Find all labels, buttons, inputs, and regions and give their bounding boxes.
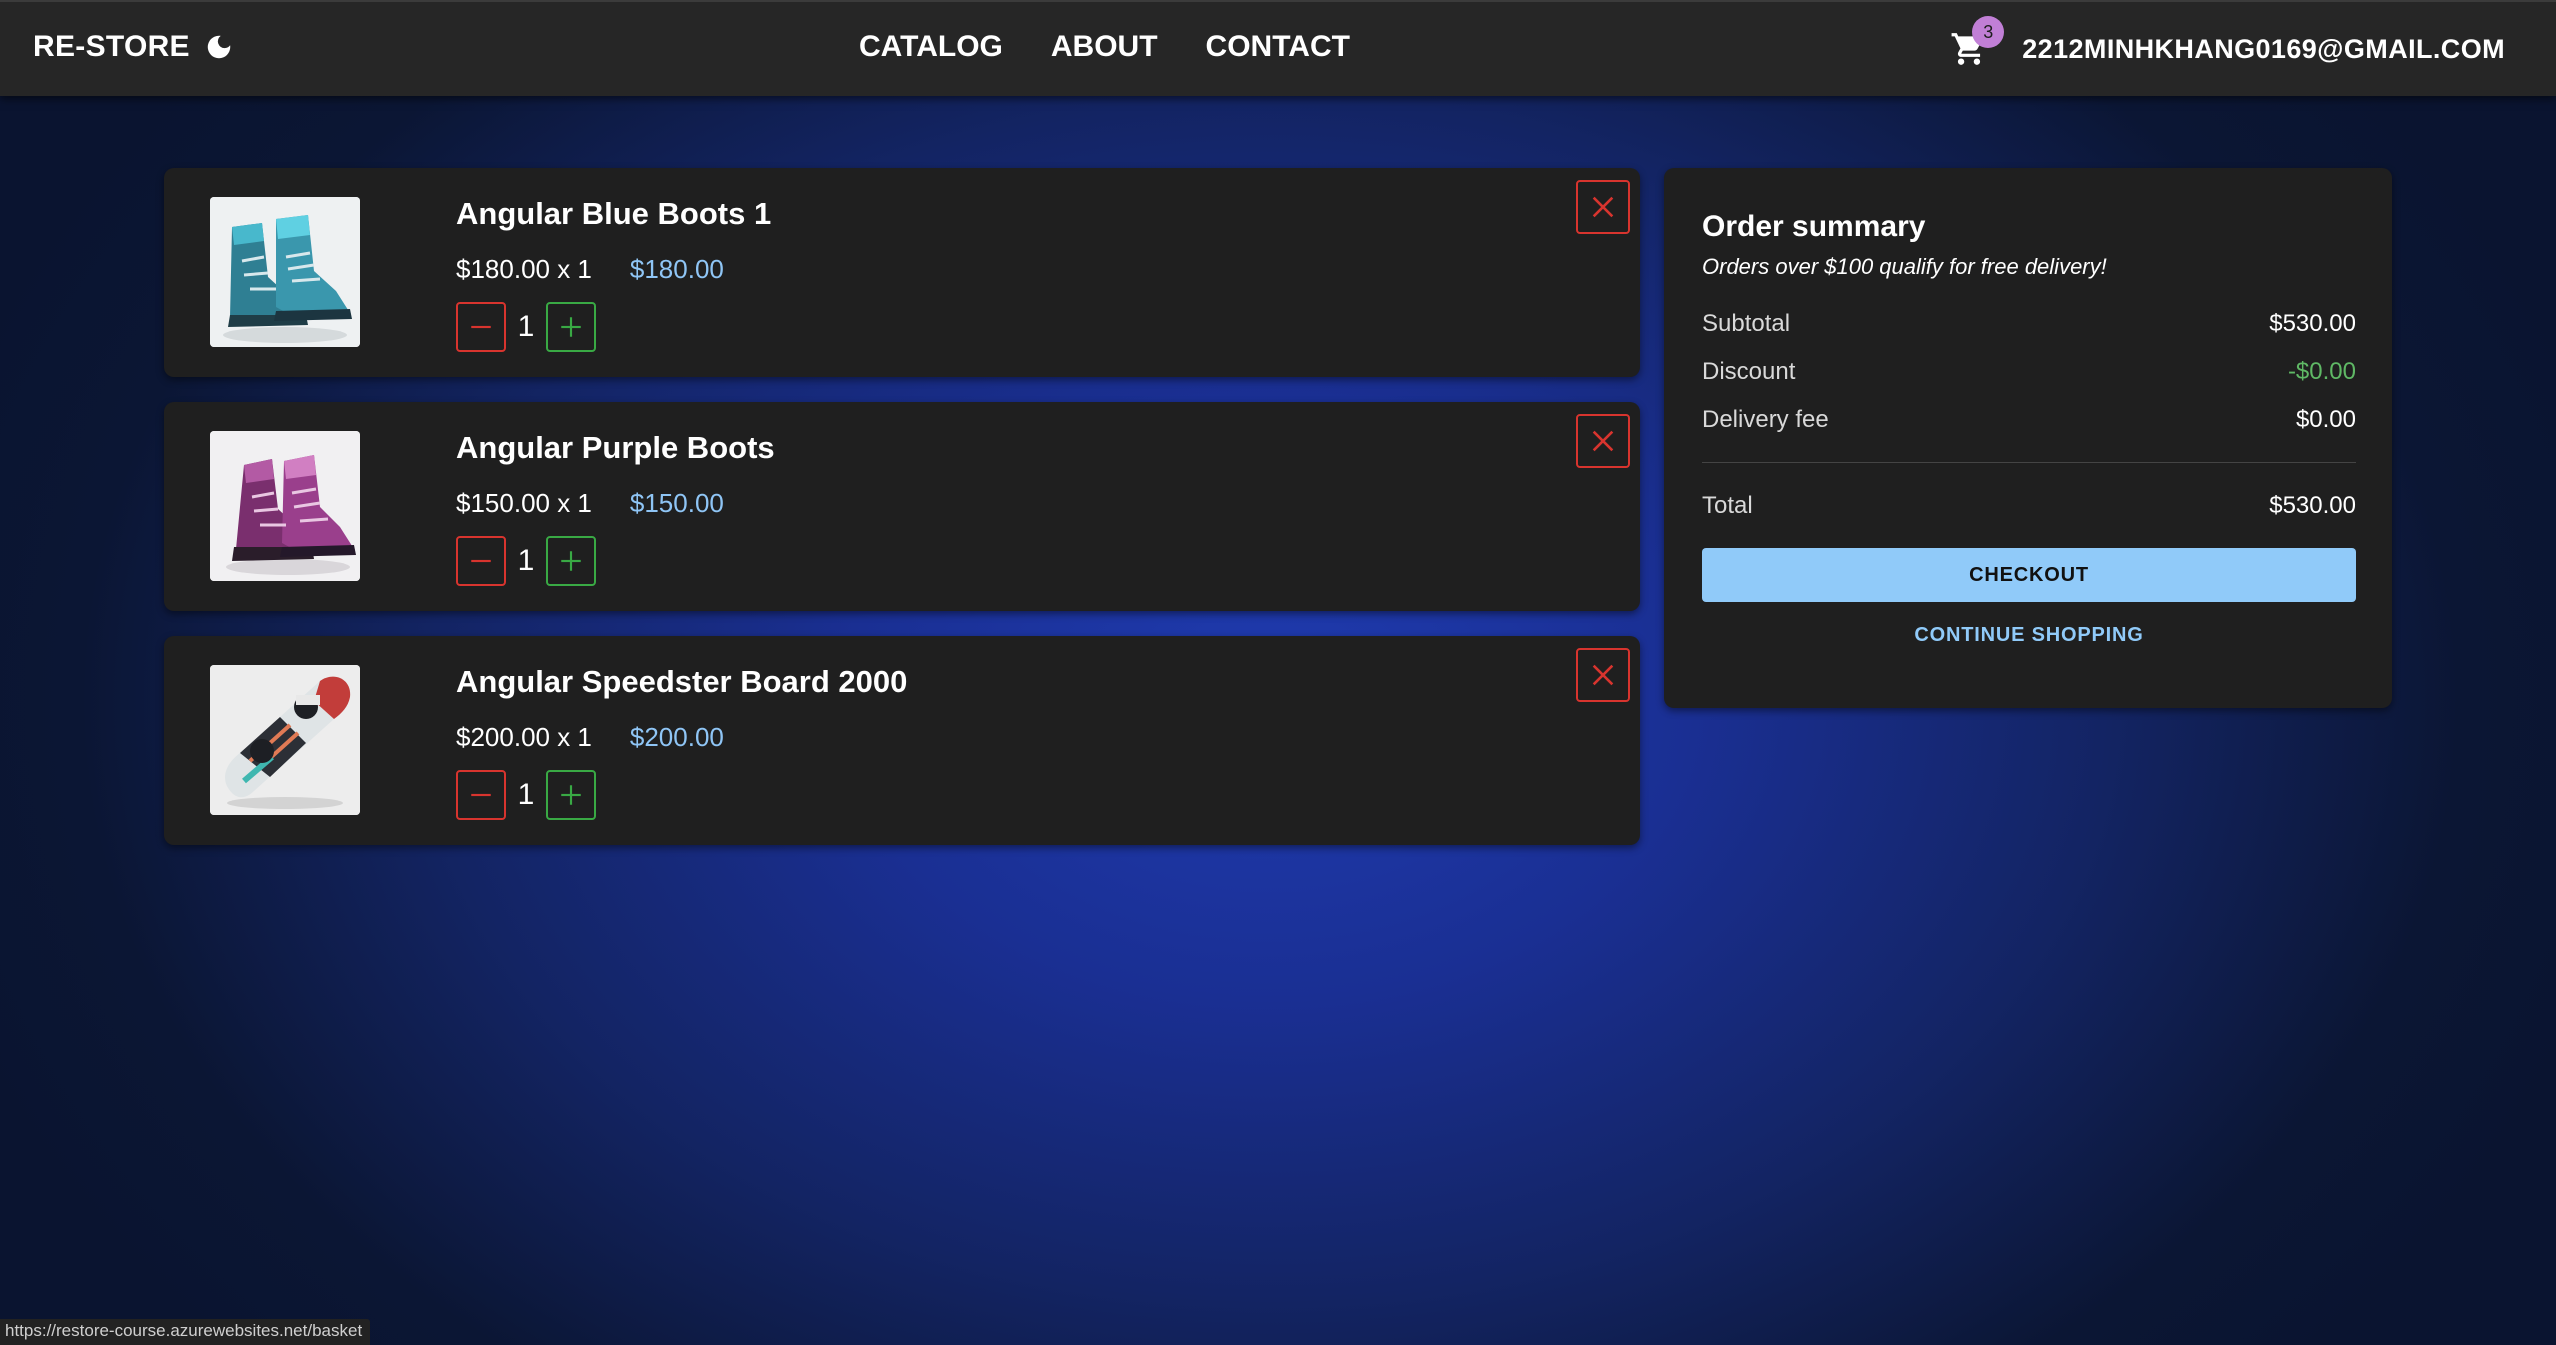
total-row: Total $530.00 <box>1702 492 2356 520</box>
nav-contact[interactable]: CONTACT <box>1206 30 1350 64</box>
unit-price-quantity: $180.00 x 1 <box>456 254 592 284</box>
subtotal-label: Subtotal <box>1702 310 1791 337</box>
delivery-fee-label: Delivery fee <box>1702 406 1829 433</box>
user-email-menu[interactable]: 2212MINHKHANG0169@GMAIL.COM <box>2022 34 2505 65</box>
increase-quantity-button[interactable] <box>546 536 596 586</box>
main-nav: CATALOG ABOUT CONTACT <box>859 30 1350 64</box>
cart-button[interactable]: 3 <box>1950 16 2005 68</box>
decrease-quantity-button[interactable] <box>456 536 506 586</box>
remove-item-button[interactable] <box>1576 414 1630 468</box>
line-total: $200.00 <box>629 722 724 752</box>
basket-item: Angular Purple Boots $150.00 x 1 $150.00… <box>164 402 1640 611</box>
quantity-value: 1 <box>517 310 535 343</box>
basket-item: Angular Blue Boots 1 $180.00 x 1 $180.00… <box>164 168 1640 377</box>
user-nav: 3 2212MINHKHANG0169@GMAIL.COM <box>1950 16 2505 68</box>
increase-quantity-button[interactable] <box>546 302 596 352</box>
free-delivery-note: Orders over $100 qualify for free delive… <box>1702 254 2107 279</box>
price-row: $180.00 x 1 $180.00 <box>456 254 724 285</box>
quantity-value: 1 <box>517 778 535 811</box>
status-bar-url: https://restore-course.azurewebsites.net… <box>0 1319 371 1345</box>
nav-catalog[interactable]: CATALOG <box>859 30 1003 64</box>
remove-item-button[interactable] <box>1576 648 1630 702</box>
nav-about[interactable]: ABOUT <box>1051 30 1158 64</box>
minus-icon <box>471 559 491 563</box>
basket-item: Angular Speedster Board 2000 $200.00 x 1… <box>164 636 1640 845</box>
total-value: $530.00 <box>2269 492 2356 519</box>
brand[interactable]: RE-STORE <box>33 30 234 64</box>
order-summary-title: Order summary <box>1702 210 1926 243</box>
brand-title[interactable]: RE-STORE <box>33 30 190 64</box>
continue-shopping-button[interactable]: CONTINUE SHOPPING <box>1702 624 2356 647</box>
discount-label: Discount <box>1702 358 1796 385</box>
discount-row: Discount -$0.00 <box>1702 358 2356 386</box>
subtotal-value: $530.00 <box>2269 310 2356 337</box>
product-name: Angular Purple Boots <box>456 430 775 465</box>
line-total: $180.00 <box>629 254 724 284</box>
product-image <box>210 665 360 815</box>
delivery-fee-value: $0.00 <box>2295 406 2356 433</box>
quantity-value: 1 <box>517 544 535 577</box>
decrease-quantity-button[interactable] <box>456 302 506 352</box>
quantity-stepper: 1 <box>456 536 596 586</box>
summary-divider <box>1702 462 2356 463</box>
plus-icon <box>561 785 581 805</box>
checkout-button[interactable]: CHECKOUT <box>1702 548 2356 602</box>
discount-value: -$0.00 <box>2287 358 2356 385</box>
order-summary: Order summary Orders over $100 qualify f… <box>1664 168 2392 708</box>
product-image <box>210 197 360 347</box>
app-bar: RE-STORE CATALOG ABOUT CONTACT 3 2212MIN… <box>0 0 2556 96</box>
delivery-fee-row: Delivery fee $0.00 <box>1702 406 2356 434</box>
product-image <box>210 431 360 581</box>
dark-mode-icon[interactable] <box>204 32 234 62</box>
cart-count-badge: 3 <box>1972 16 2005 48</box>
product-name: Angular Blue Boots 1 <box>456 196 772 231</box>
minus-icon <box>471 793 491 797</box>
quantity-stepper: 1 <box>456 302 596 352</box>
remove-item-button[interactable] <box>1576 180 1630 234</box>
close-icon <box>1592 430 1614 452</box>
minus-icon <box>471 325 491 329</box>
price-row: $150.00 x 1 $150.00 <box>456 488 724 519</box>
unit-price-quantity: $200.00 x 1 <box>456 722 592 752</box>
quantity-stepper: 1 <box>456 770 596 820</box>
unit-price-quantity: $150.00 x 1 <box>456 488 592 518</box>
total-label: Total <box>1702 492 1753 519</box>
increase-quantity-button[interactable] <box>546 770 596 820</box>
price-row: $200.00 x 1 $200.00 <box>456 722 724 753</box>
product-name: Angular Speedster Board 2000 <box>456 664 908 699</box>
close-icon <box>1592 664 1614 686</box>
close-icon <box>1592 196 1614 218</box>
line-total: $150.00 <box>629 488 724 518</box>
subtotal-row: Subtotal $530.00 <box>1702 310 2356 338</box>
plus-icon <box>561 551 581 571</box>
decrease-quantity-button[interactable] <box>456 770 506 820</box>
plus-icon <box>561 317 581 337</box>
